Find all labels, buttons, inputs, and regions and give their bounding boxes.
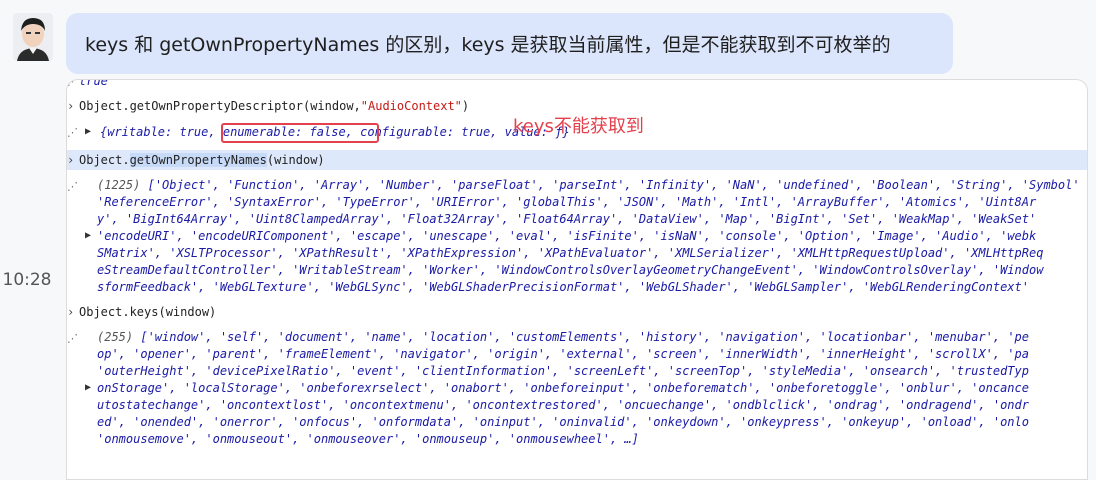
prompt-icon: ›: [67, 153, 75, 167]
keys-result[interactable]: (255) ['window', 'self', 'document', 'na…: [97, 329, 1029, 448]
result-line: 'ReferenceError', 'SyntaxError', 'TypeEr…: [97, 195, 1037, 209]
expand-triangle-icon[interactable]: ▶: [85, 126, 91, 137]
expand-triangle-icon[interactable]: ▶: [85, 382, 91, 393]
devtools-console-screenshot: ⋰ true › Object.getOwnPropertyDescriptor…: [66, 79, 1088, 480]
annotation-label: keys不能获取到: [513, 116, 644, 137]
result-line: SMatrix', 'XSLTProcessor', 'XPathResult'…: [97, 246, 1044, 260]
result-line: 'outerHeight', 'devicePixelRatio', 'even…: [97, 364, 1029, 378]
console-command-getownpropertynames[interactable]: Object.getOwnPropertyNames(window): [79, 153, 325, 167]
result-marker-icon: ⋰: [67, 180, 78, 193]
result-line: op', 'opener', 'parent', 'frameElement',…: [97, 347, 1029, 361]
enumerable-highlight-box: [221, 123, 379, 143]
result-marker-icon: ⋰: [67, 126, 78, 139]
result-line: (1225) ['Object', 'Function', 'Array', '…: [97, 178, 1080, 192]
getownpropertynames-result[interactable]: (1225) ['Object', 'Function', 'Array', '…: [97, 177, 1080, 296]
prompt-icon: ›: [67, 99, 75, 113]
result-line: ed', 'onended', 'onerror', 'onfocus', 'o…: [97, 415, 1029, 429]
result-line: 'encodeURI', 'encodeURIComponent', 'esca…: [97, 229, 1037, 243]
message-text: keys 和 getOwnPropertyNames 的区别，keys 是获取当…: [85, 34, 891, 56]
result-marker-icon: ⋰: [67, 332, 78, 345]
result-line: sformFeedback', 'WebGLTexture', 'WebGLSy…: [97, 280, 1029, 294]
prompt-icon: ›: [67, 305, 75, 319]
message-timestamp: 10:28: [2, 270, 52, 290]
expand-triangle-icon[interactable]: ▶: [85, 230, 91, 241]
message-bubble: keys 和 getOwnPropertyNames 的区别，keys 是获取当…: [66, 13, 953, 74]
result-line: onStorage', 'localStorage', 'onbeforexrs…: [97, 381, 1029, 395]
console-command-descriptor[interactable]: Object.getOwnPropertyDescriptor(window,"…: [79, 99, 469, 113]
result-line: (255) ['window', 'self', 'document', 'na…: [97, 330, 1029, 344]
result-line: 'onmousemove', 'onmouseout', 'onmouseove…: [97, 432, 639, 446]
avatar: [13, 13, 53, 61]
result-line: y', 'BigInt64Array', 'Uint8ClampedArray'…: [97, 212, 1037, 226]
result-marker-icon: ⋰: [67, 79, 78, 88]
console-command-keys[interactable]: Object.keys(window): [79, 305, 216, 319]
partial-result-true: true: [79, 79, 108, 88]
result-line: utostatechange', 'oncontextlost', 'oncon…: [97, 398, 1029, 412]
result-line: eStreamDefaultController', 'WritableStre…: [97, 263, 1044, 277]
